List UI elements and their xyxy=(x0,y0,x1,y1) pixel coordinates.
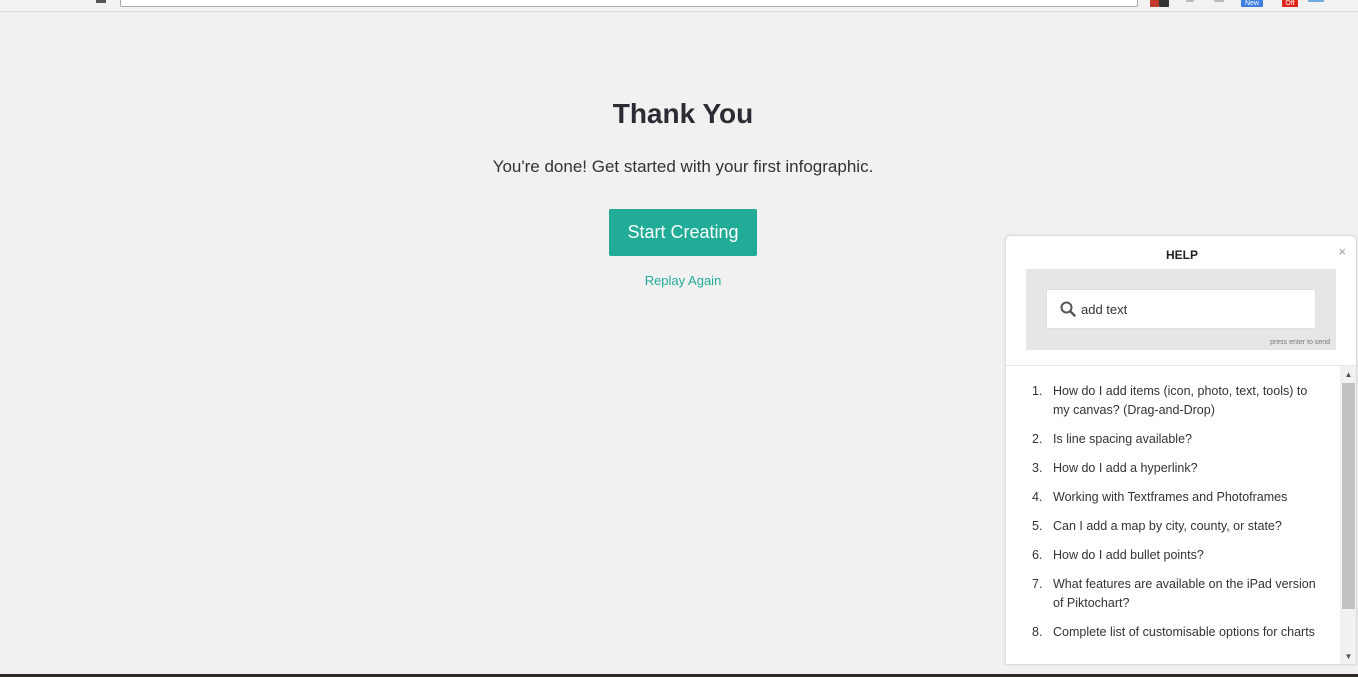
help-article-list: 1. How do I add items (icon, photo, text… xyxy=(1028,382,1320,652)
help-article-item[interactable]: 6. How do I add bullet points? xyxy=(1028,546,1320,565)
page-subtitle: You're done! Get started with your first… xyxy=(492,157,874,176)
search-hint: press enter to send xyxy=(1270,339,1330,346)
new-badge-extension-icon[interactable]: New xyxy=(1241,0,1263,7)
help-article-item[interactable]: 4. Working with Textframes and Photofram… xyxy=(1028,488,1320,507)
help-article-link[interactable]: How do I add items (icon, photo, text, t… xyxy=(1053,382,1320,420)
list-item-number: 7. xyxy=(1032,577,1043,591)
menu-icon[interactable] xyxy=(96,0,106,3)
help-article-item[interactable]: 8. Complete list of customisable options… xyxy=(1028,623,1320,642)
help-article-link[interactable]: Can I add a map by city, county, or stat… xyxy=(1053,517,1320,536)
extension-icon[interactable] xyxy=(1150,0,1159,7)
help-search-input[interactable] xyxy=(1081,290,1311,328)
help-article-link[interactable]: Working with Textframes and Photoframes xyxy=(1053,488,1320,507)
extension-icon[interactable] xyxy=(1159,0,1169,7)
list-item-number: 8. xyxy=(1032,625,1043,639)
help-title: HELP xyxy=(1165,248,1198,262)
help-article-link[interactable]: Complete list of customisable options fo… xyxy=(1053,623,1320,642)
help-article-item[interactable]: 5. Can I add a map by city, county, or s… xyxy=(1028,517,1320,536)
browser-toolbar: New Off xyxy=(0,0,1358,12)
list-item-number: 5. xyxy=(1032,519,1043,533)
replay-again-link[interactable]: Replay Again xyxy=(600,273,766,288)
help-scrollbar[interactable]: ▲ ▼ xyxy=(1340,366,1356,664)
help-search-area: press enter to send xyxy=(1026,269,1336,350)
scroll-up-arrow-icon[interactable]: ▲ xyxy=(1340,368,1356,382)
help-article-item[interactable]: 2. Is line spacing available? xyxy=(1028,430,1320,449)
help-search-box[interactable] xyxy=(1046,289,1316,329)
scroll-down-arrow-icon[interactable]: ▼ xyxy=(1340,650,1356,664)
divider xyxy=(1006,365,1356,366)
scrollbar-thumb[interactable] xyxy=(1342,383,1355,609)
search-icon xyxy=(1060,301,1076,317)
page-title: Thank You xyxy=(612,98,754,129)
help-panel: HELP × press enter to send 1. How do I a… xyxy=(1005,235,1357,665)
help-article-item[interactable]: 1. How do I add items (icon, photo, text… xyxy=(1028,382,1320,420)
list-item-number: 2. xyxy=(1032,432,1043,446)
list-item-number: 1. xyxy=(1032,384,1043,398)
extension-icon[interactable] xyxy=(1308,0,1324,2)
list-item-number: 4. xyxy=(1032,490,1043,504)
list-item-number: 3. xyxy=(1032,461,1043,475)
off-badge-extension-icon[interactable]: Off xyxy=(1282,0,1298,7)
help-article-link[interactable]: How do I add bullet points? xyxy=(1053,546,1320,565)
help-article-link[interactable]: Is line spacing available? xyxy=(1053,430,1320,449)
extension-icon[interactable] xyxy=(1186,0,1194,2)
start-creating-button[interactable]: Start Creating xyxy=(609,209,757,256)
help-article-item[interactable]: 3. How do I add a hyperlink? xyxy=(1028,459,1320,478)
close-icon[interactable]: × xyxy=(1338,244,1346,259)
help-article-item[interactable]: 7. What features are available on the iP… xyxy=(1028,575,1320,613)
help-article-link[interactable]: How do I add a hyperlink? xyxy=(1053,459,1320,478)
help-article-link[interactable]: What features are available on the iPad … xyxy=(1053,575,1320,613)
extension-icon[interactable] xyxy=(1214,0,1224,2)
address-bar[interactable] xyxy=(120,0,1138,7)
list-item-number: 6. xyxy=(1032,548,1043,562)
